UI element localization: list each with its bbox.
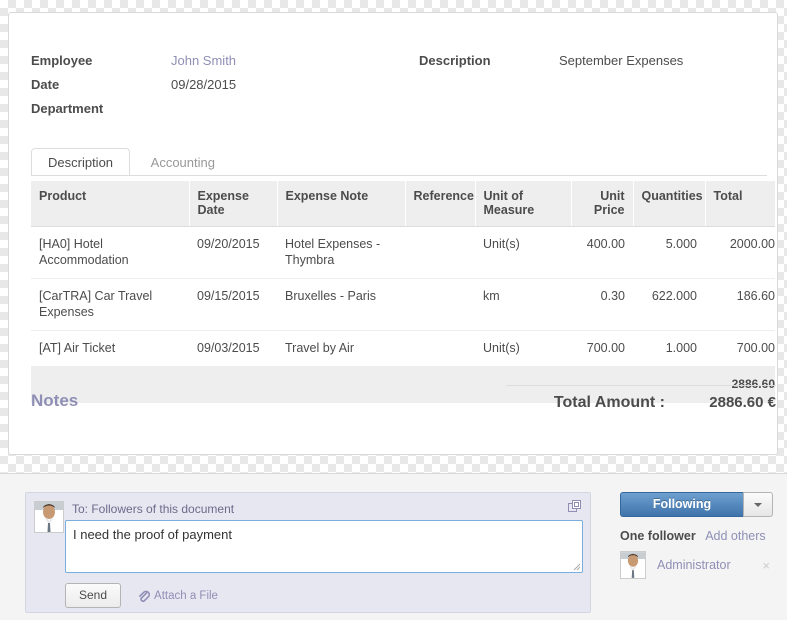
- attach-file-button[interactable]: Attach a File: [137, 589, 218, 603]
- avatar-image: [35, 502, 63, 532]
- remove-follower-icon[interactable]: ×: [762, 558, 772, 573]
- chatter-panel: To: Followers of this document Send Atta…: [0, 473, 787, 620]
- table-row[interactable]: [HA0] Hotel Accommodation 09/20/2015 Hot…: [31, 227, 775, 279]
- followers-panel: Following One follower Add others: [620, 492, 780, 579]
- cell-product: [CarTRA] Car Travel Expenses: [31, 279, 189, 331]
- field-label-date: Date: [31, 77, 171, 92]
- cell-expense-date: 09/15/2015: [189, 279, 277, 331]
- cell-quantities: 1.000: [633, 331, 705, 367]
- cell-expense-note: Travel by Air: [277, 331, 405, 367]
- cell-unit-price: 0.30: [571, 279, 633, 331]
- field-value-date[interactable]: 09/28/2015: [171, 77, 236, 92]
- field-label-employee: Employee: [31, 53, 171, 68]
- cell-expense-note: Bruxelles - Paris: [277, 279, 405, 331]
- follower-count-row: One follower Add others: [620, 529, 780, 543]
- total-amount-label: Total Amount :: [506, 394, 681, 412]
- cell-total: 2000.00: [705, 227, 775, 279]
- field-label-description: Description: [419, 53, 559, 68]
- column-header-quantities[interactable]: Quantities: [633, 181, 705, 227]
- cell-quantities: 5.000: [633, 227, 705, 279]
- cell-total: 700.00: [705, 331, 775, 367]
- column-header-unit-of-measure[interactable]: Unit of Measure: [475, 181, 571, 227]
- composer-recipient-label: To: Followers of this document: [72, 502, 234, 516]
- attach-file-label: Attach a File: [154, 590, 218, 602]
- following-button[interactable]: Following: [620, 492, 743, 517]
- notes-heading: Notes: [31, 391, 78, 411]
- cell-reference: [405, 331, 475, 367]
- expense-lines-container: Product Expense Date Expense Note Refere…: [31, 181, 775, 403]
- cell-expense-date: 09/03/2015: [189, 331, 277, 367]
- total-amount-block: Total Amount : 2886.60 €: [506, 385, 776, 412]
- field-row-employee: Employee John Smith: [31, 53, 391, 77]
- message-composer: To: Followers of this document Send Atta…: [25, 492, 591, 613]
- composer-actions: Send Attach a File: [65, 583, 218, 608]
- cell-product: [HA0] Hotel Accommodation: [31, 227, 189, 279]
- add-others-button[interactable]: Add others: [705, 529, 765, 543]
- column-header-total[interactable]: Total: [705, 181, 775, 227]
- tab-description[interactable]: Description: [31, 148, 130, 175]
- cell-expense-note: Hotel Expenses - Thymbra: [277, 227, 405, 279]
- chevron-down-icon: [754, 503, 762, 507]
- composer-avatar: [34, 501, 64, 533]
- expense-lines-table: Product Expense Date Expense Note Refere…: [31, 181, 775, 403]
- following-dropdown-toggle[interactable]: [743, 492, 773, 517]
- form-right-column: Description September Expenses: [419, 53, 769, 77]
- paperclip-icon: [137, 589, 150, 603]
- column-header-unit-price[interactable]: Unit Price: [571, 181, 633, 227]
- cell-unit-of-measure: Unit(s): [475, 227, 571, 279]
- column-header-expense-note[interactable]: Expense Note: [277, 181, 405, 227]
- avatar-image: [621, 552, 645, 578]
- avatar: [620, 551, 646, 579]
- cell-unit-price: 700.00: [571, 331, 633, 367]
- tab-bar: Description Accounting: [31, 147, 767, 176]
- total-amount-value: 2886.60 €: [681, 394, 776, 411]
- tab-accounting[interactable]: Accounting: [134, 148, 232, 175]
- table-row[interactable]: [AT] Air Ticket 09/03/2015 Travel by Air…: [31, 331, 775, 367]
- cell-unit-of-measure: Unit(s): [475, 331, 571, 367]
- field-label-department: Department: [31, 101, 171, 116]
- expense-document-card: Employee John Smith Date 09/28/2015 Depa…: [8, 12, 778, 455]
- cell-reference: [405, 279, 475, 331]
- table-header-row: Product Expense Date Expense Note Refere…: [31, 181, 775, 227]
- cell-unit-of-measure: km: [475, 279, 571, 331]
- form-left-column: Employee John Smith Date 09/28/2015 Depa…: [31, 53, 391, 125]
- send-button[interactable]: Send: [65, 583, 121, 608]
- table-row[interactable]: [CarTRA] Car Travel Expenses 09/15/2015 …: [31, 279, 775, 331]
- cell-total: 186.60: [705, 279, 775, 331]
- cell-product: [AT] Air Ticket: [31, 331, 189, 367]
- cell-reference: [405, 227, 475, 279]
- column-header-expense-date[interactable]: Expense Date: [189, 181, 277, 227]
- cell-expense-date: 09/20/2015: [189, 227, 277, 279]
- expand-icon[interactable]: [568, 500, 581, 513]
- field-value-description[interactable]: September Expenses: [559, 53, 683, 68]
- column-header-reference[interactable]: Reference: [405, 181, 475, 227]
- follower-count-label: One follower: [620, 529, 696, 543]
- cell-unit-price: 400.00: [571, 227, 633, 279]
- follower-name[interactable]: Administrator: [657, 558, 762, 572]
- follow-button-group: Following: [620, 492, 773, 517]
- column-header-product[interactable]: Product: [31, 181, 189, 227]
- field-row-department: Department: [31, 101, 391, 125]
- field-row-date: Date 09/28/2015: [31, 77, 391, 101]
- field-row-description: Description September Expenses: [419, 53, 769, 77]
- list-item: Administrator ×: [620, 551, 772, 579]
- message-input[interactable]: [65, 520, 583, 573]
- field-value-employee[interactable]: John Smith: [171, 53, 236, 68]
- cell-quantities: 622.000: [633, 279, 705, 331]
